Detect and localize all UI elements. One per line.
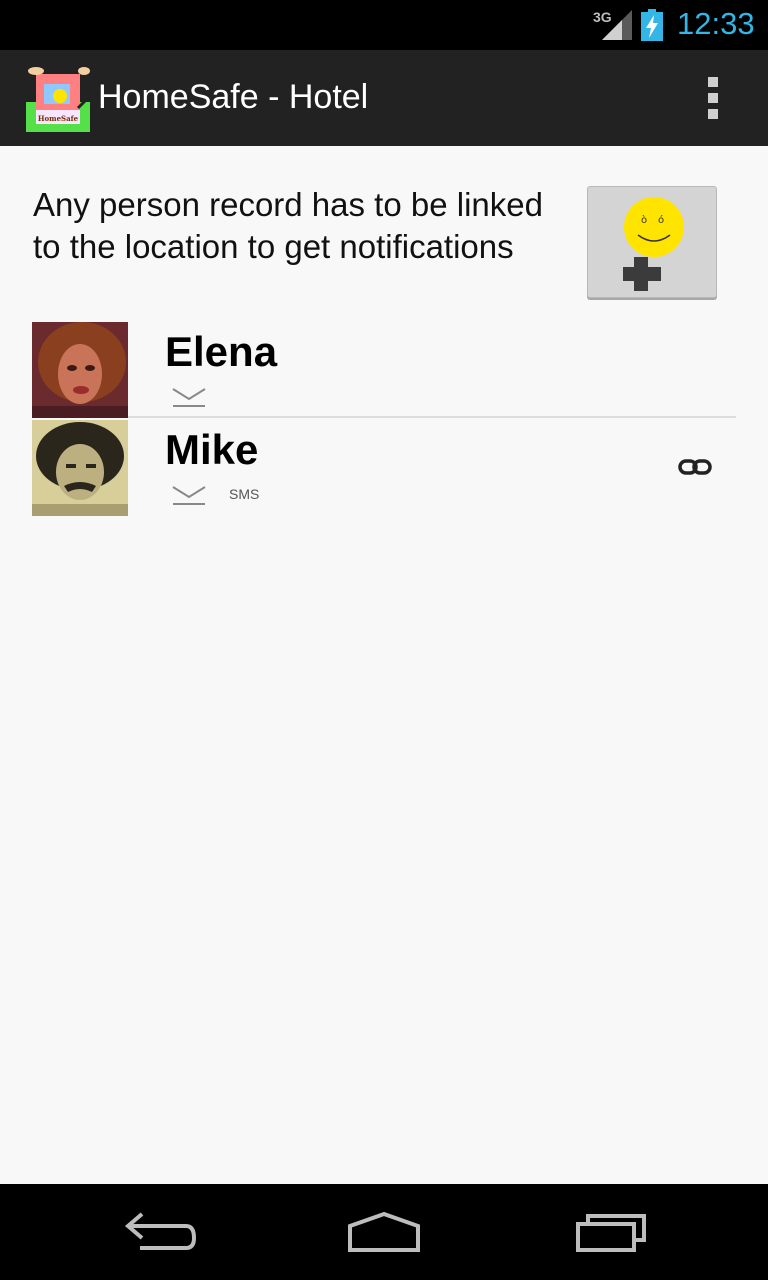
avatar xyxy=(32,322,128,418)
email-icon xyxy=(172,486,206,505)
svg-text:ò: ò xyxy=(641,214,647,226)
person-row[interactable]: Mike SMS xyxy=(32,420,736,516)
home-icon[interactable] xyxy=(344,1208,424,1258)
status-bar: 3G 12:33 xyxy=(0,0,768,50)
person-row[interactable]: Elena xyxy=(32,322,736,418)
back-icon[interactable] xyxy=(120,1208,200,1258)
overflow-dot xyxy=(708,77,718,87)
battery-charging-icon xyxy=(641,9,663,41)
action-bar: HomeSafe HomeSafe - Hotel xyxy=(0,50,768,146)
signal-icon xyxy=(602,10,632,40)
person-name: Elena xyxy=(165,328,278,375)
info-text: Any person record has to be linked to th… xyxy=(33,186,543,265)
clock: 12:33 xyxy=(677,6,755,41)
person-name: Mike xyxy=(165,426,259,473)
svg-text:ó: ó xyxy=(658,214,664,226)
overflow-dot xyxy=(708,93,718,103)
link-icon[interactable] xyxy=(678,458,712,476)
main-content: Any person record has to be linked to th… xyxy=(0,146,768,1184)
svg-text:HomeSafe: HomeSafe xyxy=(38,114,79,123)
sms-label: SMS xyxy=(229,486,260,502)
nav-bar xyxy=(0,1184,768,1280)
app-title: HomeSafe - Hotel xyxy=(98,78,369,116)
add-person-smiley-icon: ò ó xyxy=(623,197,684,291)
recents-icon[interactable] xyxy=(572,1208,652,1258)
overflow-menu-icon[interactable] xyxy=(690,72,736,124)
email-icon xyxy=(172,388,206,407)
avatar xyxy=(32,420,128,516)
homesafe-logo[interactable]: HomeSafe xyxy=(24,66,92,132)
add-person-button[interactable]: ò ó xyxy=(587,186,717,298)
overflow-dot xyxy=(708,109,718,119)
